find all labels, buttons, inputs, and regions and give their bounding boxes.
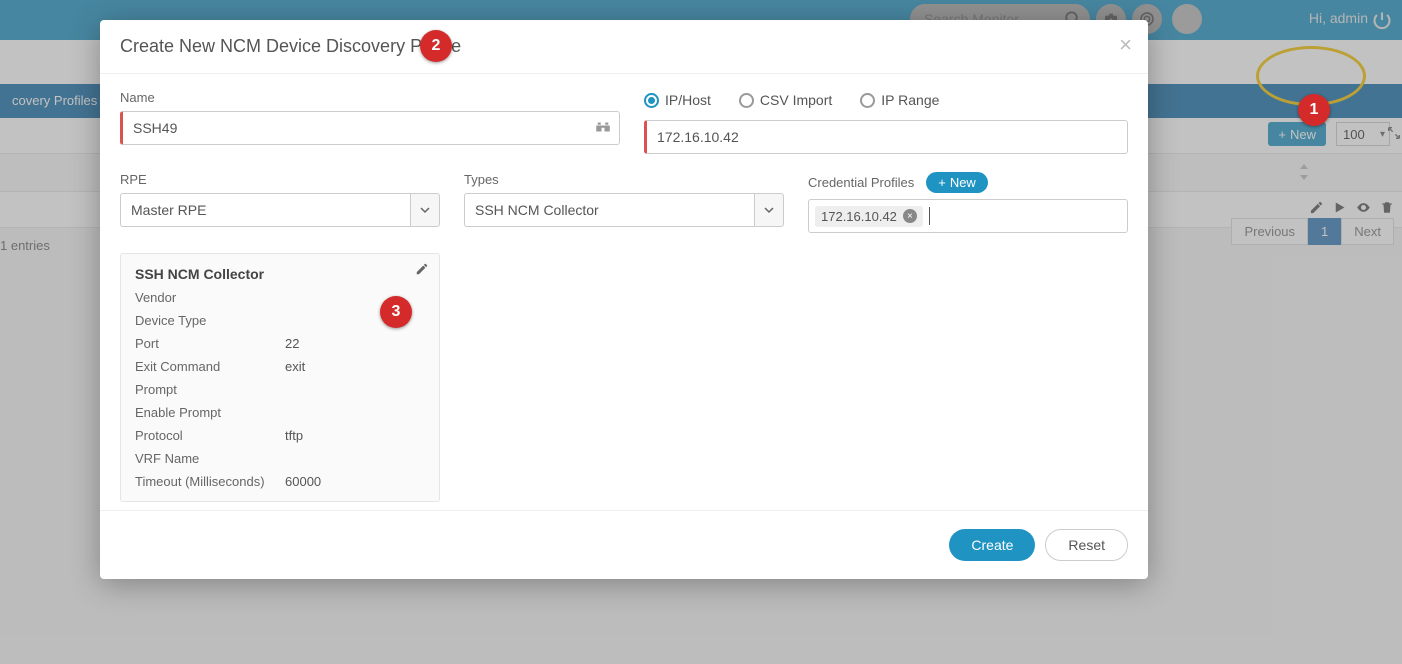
field-vrf-label: VRF Name: [135, 451, 285, 466]
field-vendor-label: Vendor: [135, 290, 285, 305]
name-label: Name: [120, 90, 620, 105]
close-icon[interactable]: ×: [1119, 34, 1132, 56]
binoculars-icon[interactable]: [594, 118, 612, 136]
annotation-badge-3: 3: [380, 296, 412, 328]
field-port-value: 22: [285, 336, 425, 351]
chevron-down-icon: [410, 193, 440, 227]
radio-ip-range[interactable]: IP Range: [860, 92, 939, 108]
text-cursor: [929, 207, 930, 225]
radio-ip-host-label: IP/Host: [665, 92, 711, 108]
field-prompt-label: Prompt: [135, 382, 285, 397]
credential-tag: 172.16.10.42 ×: [815, 206, 923, 227]
field-enable-label: Enable Prompt: [135, 405, 285, 420]
field-vrf-value: [285, 451, 425, 466]
rpe-label: RPE: [120, 172, 440, 187]
types-label: Types: [464, 172, 784, 187]
chevron-down-icon: [754, 193, 784, 227]
annotation-badge-1: 1: [1298, 94, 1330, 126]
modal-title: Create New NCM Device Discovery Profile: [120, 36, 461, 57]
field-port-label: Port: [135, 336, 285, 351]
edit-icon[interactable]: [415, 262, 429, 276]
field-protocol-value: tftp: [285, 428, 425, 443]
field-timeout-label: Timeout (Milliseconds): [135, 474, 285, 489]
name-input[interactable]: [120, 111, 620, 145]
collector-title: SSH NCM Collector: [135, 266, 425, 282]
create-profile-modal: Create New NCM Device Discovery Profile …: [100, 20, 1148, 579]
plus-icon: +: [938, 175, 946, 190]
types-select[interactable]: SSH NCM Collector: [464, 193, 784, 227]
field-timeout-value: 60000: [285, 474, 425, 489]
types-value: SSH NCM Collector: [464, 193, 754, 227]
radio-range-label: IP Range: [881, 92, 939, 108]
credential-tag-text: 172.16.10.42: [821, 209, 897, 224]
field-protocol-label: Protocol: [135, 428, 285, 443]
field-exit-value: exit: [285, 359, 425, 374]
radio-ip-host[interactable]: IP/Host: [644, 92, 711, 108]
field-devicetype-label: Device Type: [135, 313, 285, 328]
radio-csv-import[interactable]: CSV Import: [739, 92, 832, 108]
rpe-value: Master RPE: [120, 193, 410, 227]
credential-new-label: New: [950, 175, 976, 190]
credential-profiles-input[interactable]: 172.16.10.42 ×: [808, 199, 1128, 233]
rpe-select[interactable]: Master RPE: [120, 193, 440, 227]
radio-csv-label: CSV Import: [760, 92, 832, 108]
remove-tag-icon[interactable]: ×: [903, 209, 917, 223]
credential-profiles-label: Credential Profiles: [808, 175, 914, 190]
credential-new-button[interactable]: + New: [926, 172, 988, 193]
field-prompt-value: [285, 382, 425, 397]
field-enable-value: [285, 405, 425, 420]
collector-card: SSH NCM Collector Vendor Device Type Por…: [120, 253, 440, 502]
create-button[interactable]: Create: [949, 529, 1035, 561]
field-exit-label: Exit Command: [135, 359, 285, 374]
ip-host-input[interactable]: [644, 120, 1128, 154]
annotation-badge-2: 2: [420, 30, 452, 62]
source-radio-group: IP/Host CSV Import IP Range: [644, 90, 1128, 110]
reset-button[interactable]: Reset: [1045, 529, 1128, 561]
